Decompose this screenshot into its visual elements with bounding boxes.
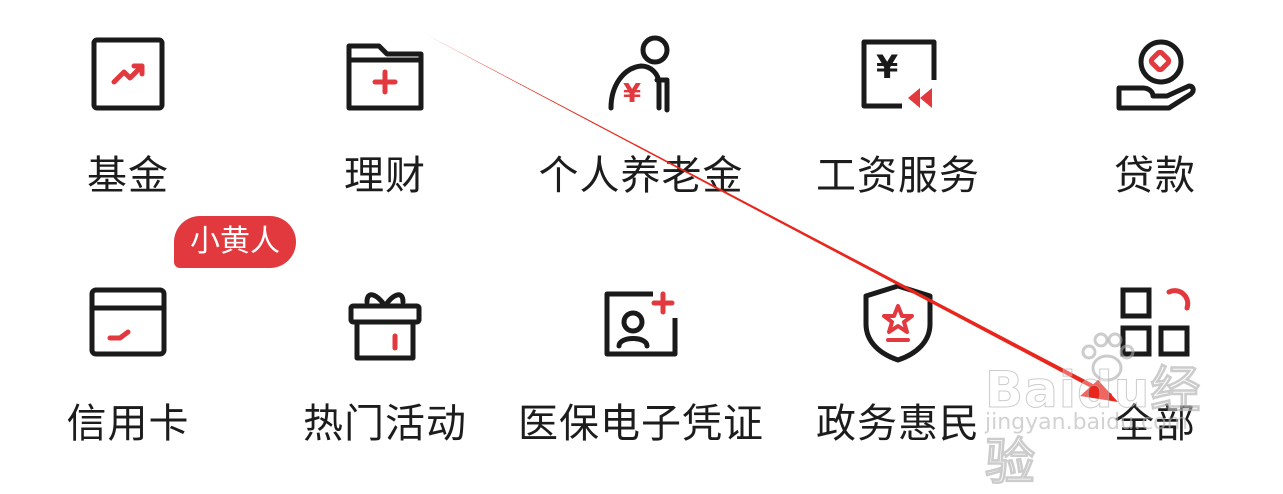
pension-elder-icon: ¥ — [593, 26, 689, 122]
wealth-folder-icon — [337, 26, 433, 122]
medical-id-card-icon — [593, 274, 689, 370]
service-all[interactable]: 全部 — [1027, 256, 1283, 456]
service-label: 医保电子凭证 — [518, 401, 764, 447]
service-pension[interactable]: ¥ 个人养老金 — [513, 8, 769, 208]
gift-box-icon — [337, 274, 433, 370]
promo-badge: 小黄人 — [174, 216, 296, 268]
service-grid: 基金 理财 ¥ 个人养老金 ¥ 工资服务 贷款 信用卡 热门活动 医保电子凭证 … — [0, 0, 1283, 467]
service-fund[interactable]: 基金 — [0, 8, 256, 208]
service-wealth[interactable]: 理财 — [257, 8, 513, 208]
service-label: 理财 — [344, 153, 426, 199]
service-label: 个人养老金 — [538, 153, 744, 199]
service-label: 全部 — [1114, 401, 1196, 447]
fund-chart-icon — [80, 26, 176, 122]
service-gov[interactable]: 政务惠民 — [770, 256, 1026, 456]
salary-yen-icon: ¥ — [850, 26, 946, 122]
service-label: 基金 — [87, 153, 169, 199]
service-label: 工资服务 — [816, 153, 980, 199]
service-credit-card[interactable]: 信用卡 — [0, 256, 256, 456]
loan-hand-coin-icon — [1107, 26, 1203, 122]
credit-card-icon — [80, 274, 176, 370]
gov-shield-star-icon — [850, 274, 946, 370]
service-label: 政务惠民 — [816, 401, 980, 447]
service-label: 贷款 — [1114, 153, 1196, 199]
service-label: 信用卡 — [66, 401, 190, 447]
service-loan[interactable]: 贷款 — [1027, 8, 1283, 208]
svg-text:¥: ¥ — [876, 48, 898, 86]
service-salary[interactable]: ¥ 工资服务 — [770, 8, 1026, 208]
svg-text:¥: ¥ — [623, 79, 641, 109]
all-apps-grid-icon — [1107, 274, 1203, 370]
service-medical[interactable]: 医保电子凭证 — [513, 256, 769, 456]
service-label: 热门活动 — [303, 401, 467, 447]
service-events[interactable]: 热门活动 — [257, 256, 513, 456]
